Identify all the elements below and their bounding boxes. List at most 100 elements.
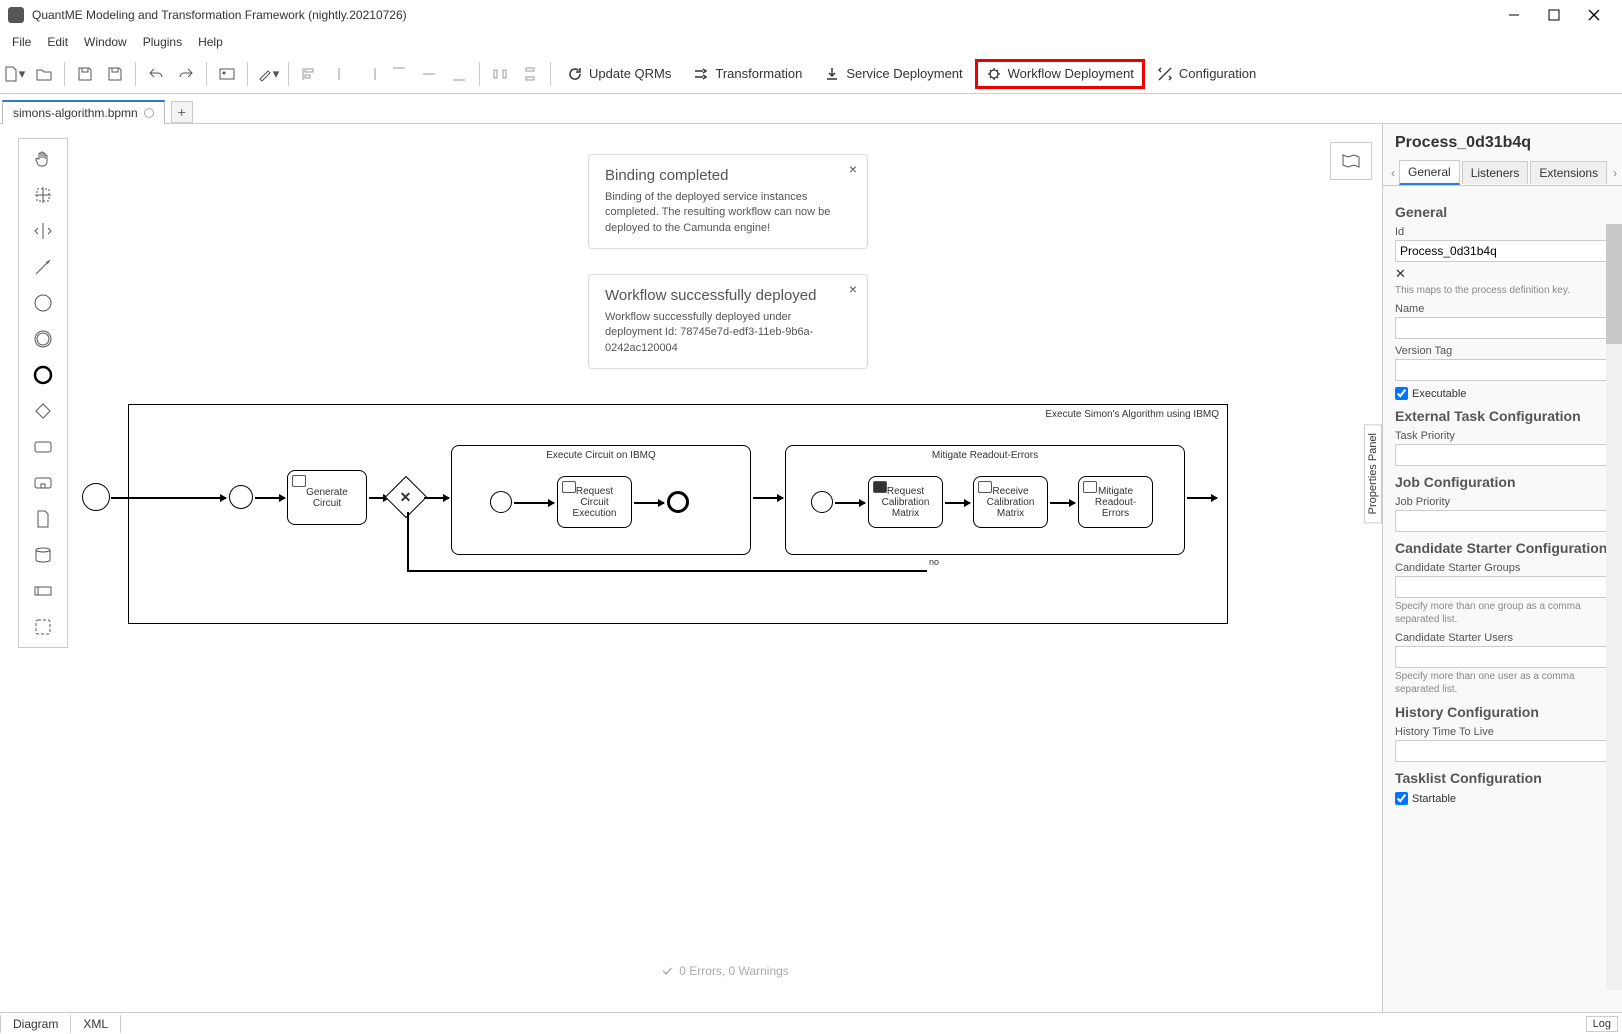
id-field[interactable] bbox=[1395, 240, 1610, 262]
configuration-button[interactable]: Configuration bbox=[1147, 60, 1266, 88]
bpmn-pool[interactable]: Execute Simon's Algorithm using IBMQ Gen… bbox=[128, 404, 1228, 624]
data-object-tool[interactable] bbox=[31, 507, 55, 531]
sequence-flow[interactable] bbox=[407, 512, 409, 572]
task-tool[interactable] bbox=[31, 435, 55, 459]
image-button[interactable] bbox=[213, 58, 241, 90]
subprocess-tool[interactable] bbox=[31, 471, 55, 495]
align-center-v-button[interactable] bbox=[415, 58, 443, 90]
hand-tool[interactable] bbox=[31, 147, 55, 171]
data-store-tool[interactable] bbox=[31, 543, 55, 567]
sequence-flow[interactable] bbox=[407, 570, 927, 572]
group-tool[interactable] bbox=[31, 615, 55, 639]
minimap-toggle[interactable] bbox=[1330, 142, 1372, 180]
tabs-scroll-left[interactable]: ‹ bbox=[1387, 164, 1399, 182]
end-event-tool[interactable] bbox=[31, 363, 55, 387]
menu-help[interactable]: Help bbox=[190, 33, 231, 51]
space-tool[interactable] bbox=[31, 219, 55, 243]
task-generate-circuit[interactable]: Generate Circuit bbox=[287, 470, 367, 525]
start-event[interactable] bbox=[490, 491, 512, 513]
sequence-flow[interactable] bbox=[255, 497, 285, 499]
open-folder-button[interactable] bbox=[30, 58, 58, 90]
task-mitigate[interactable]: Mitigate Readout-Errors bbox=[1078, 476, 1153, 528]
task-request-calibration[interactable]: Request Calibration Matrix bbox=[868, 476, 943, 528]
properties-panel-handle[interactable]: Properties Panel bbox=[1364, 424, 1382, 523]
sequence-flow[interactable] bbox=[424, 497, 449, 499]
menu-edit[interactable]: Edit bbox=[39, 33, 76, 51]
close-icon[interactable]: × bbox=[849, 281, 857, 297]
task-request-circuit[interactable]: Request Circuit Execution bbox=[557, 476, 632, 528]
diagram-canvas[interactable]: × Binding completed Binding of the deplo… bbox=[68, 124, 1382, 1012]
scrollbar-thumb[interactable] bbox=[1606, 224, 1622, 344]
view-tab-diagram[interactable]: Diagram bbox=[0, 1015, 71, 1033]
start-event[interactable] bbox=[229, 485, 253, 509]
vertical-scrollbar[interactable] bbox=[1606, 224, 1622, 990]
validation-status[interactable]: 0 Errors, 0 Warnings bbox=[647, 960, 803, 982]
tab-general[interactable]: General bbox=[1399, 160, 1460, 185]
file-tab[interactable]: simons-algorithm.bpmn bbox=[2, 100, 165, 124]
clear-id-button[interactable]: ✕ bbox=[1395, 266, 1610, 282]
start-event[interactable] bbox=[82, 483, 110, 511]
service-task-icon bbox=[1083, 481, 1097, 493]
participant-tool[interactable] bbox=[31, 579, 55, 603]
lasso-tool[interactable] bbox=[31, 183, 55, 207]
subprocess-mitigate[interactable]: Mitigate Readout-Errors Request Calibrat… bbox=[785, 445, 1185, 555]
align-top-button[interactable] bbox=[385, 58, 413, 90]
align-left-button[interactable] bbox=[295, 58, 323, 90]
cs-groups-field[interactable] bbox=[1395, 576, 1610, 598]
sequence-flow[interactable] bbox=[945, 502, 970, 504]
update-qrms-button[interactable]: Update QRMs bbox=[557, 60, 681, 88]
exclusive-gateway[interactable]: ✕ bbox=[385, 476, 427, 518]
task-priority-field[interactable] bbox=[1395, 444, 1610, 466]
job-priority-field[interactable] bbox=[1395, 510, 1610, 532]
executable-checkbox[interactable] bbox=[1395, 387, 1408, 400]
dist-v-button[interactable] bbox=[516, 58, 544, 90]
transformation-button[interactable]: Transformation bbox=[683, 60, 812, 88]
close-button[interactable] bbox=[1574, 0, 1614, 30]
color-button[interactable]: ▾ bbox=[254, 58, 282, 90]
sequence-flow[interactable] bbox=[753, 497, 783, 499]
save-as-button[interactable] bbox=[101, 58, 129, 90]
add-tab-button[interactable]: + bbox=[171, 101, 193, 123]
subprocess-execute[interactable]: Execute Circuit on IBMQ Request Circuit … bbox=[451, 445, 751, 555]
sequence-flow[interactable] bbox=[634, 502, 664, 504]
redo-button[interactable] bbox=[172, 58, 200, 90]
startable-checkbox[interactable] bbox=[1395, 792, 1408, 805]
sequence-flow[interactable] bbox=[1187, 497, 1217, 499]
sequence-flow[interactable] bbox=[835, 502, 865, 504]
tab-close-icon[interactable] bbox=[144, 108, 154, 118]
sequence-flow[interactable] bbox=[1050, 502, 1075, 504]
new-file-button[interactable]: ▾ bbox=[0, 58, 28, 90]
connect-tool[interactable] bbox=[31, 255, 55, 279]
gateway-tool[interactable] bbox=[31, 399, 55, 423]
end-event[interactable] bbox=[667, 491, 689, 513]
tab-extensions[interactable]: Extensions bbox=[1530, 161, 1607, 184]
tabs-scroll-right[interactable]: › bbox=[1609, 164, 1621, 182]
menu-window[interactable]: Window bbox=[76, 33, 135, 51]
align-bottom-button[interactable] bbox=[445, 58, 473, 90]
sequence-flow[interactable] bbox=[111, 497, 226, 499]
task-receive-calibration[interactable]: Receive Calibration Matrix bbox=[973, 476, 1048, 528]
maximize-button[interactable] bbox=[1534, 0, 1574, 30]
close-icon[interactable]: × bbox=[849, 161, 857, 177]
align-center-h-button[interactable] bbox=[325, 58, 353, 90]
menu-plugins[interactable]: Plugins bbox=[135, 33, 190, 51]
menu-file[interactable]: File bbox=[4, 33, 39, 51]
service-deployment-button[interactable]: Service Deployment bbox=[814, 60, 972, 88]
sequence-flow[interactable] bbox=[514, 502, 554, 504]
dist-h-button[interactable] bbox=[486, 58, 514, 90]
name-field[interactable] bbox=[1395, 317, 1610, 339]
undo-button[interactable] bbox=[142, 58, 170, 90]
view-tab-xml[interactable]: XML bbox=[71, 1015, 121, 1033]
version-field[interactable] bbox=[1395, 359, 1610, 381]
start-event[interactable] bbox=[811, 491, 833, 513]
minimize-button[interactable] bbox=[1494, 0, 1534, 30]
save-button[interactable] bbox=[71, 58, 99, 90]
start-event-tool[interactable] bbox=[31, 291, 55, 315]
tab-listeners[interactable]: Listeners bbox=[1462, 161, 1529, 184]
log-button[interactable]: Log bbox=[1586, 1016, 1618, 1032]
workflow-deployment-button[interactable]: Workflow Deployment bbox=[975, 59, 1145, 89]
history-ttl-field[interactable] bbox=[1395, 740, 1610, 762]
intermediate-event-tool[interactable] bbox=[31, 327, 55, 351]
align-right-button[interactable] bbox=[355, 58, 383, 90]
cs-users-field[interactable] bbox=[1395, 646, 1610, 668]
